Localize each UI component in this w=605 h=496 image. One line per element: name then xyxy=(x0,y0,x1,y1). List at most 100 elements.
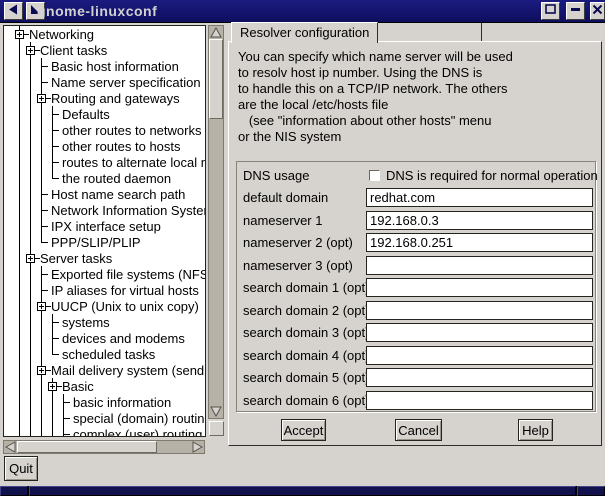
field-label: search domain 2 (opt) xyxy=(237,303,366,318)
accept-button[interactable]: Accept xyxy=(281,419,326,441)
tree-line xyxy=(36,266,47,282)
tree-item[interactable]: IPX interface setup xyxy=(4,218,205,234)
expander-icon[interactable] xyxy=(25,42,36,58)
tree-item-label: scheduled tasks xyxy=(62,347,155,362)
tree-item[interactable]: Defaults xyxy=(4,106,205,122)
tree-item[interactable]: complex (user) routing xyxy=(4,426,205,437)
tree-line xyxy=(14,426,25,437)
tree-item[interactable]: Network Information System xyxy=(4,202,205,218)
tree-item[interactable]: UUCP (Unix to unix copy) xyxy=(4,298,205,314)
tab-resolver-configuration[interactable]: Resolver configuration xyxy=(231,22,378,43)
tree-item[interactable]: special (domain) routing xyxy=(4,410,205,426)
expander-icon[interactable] xyxy=(36,90,47,106)
field-input-search-domain-4-opt[interactable] xyxy=(366,346,593,365)
field-input-search-domain-1-opt[interactable] xyxy=(366,278,593,297)
vertical-scrollbar-thumb[interactable] xyxy=(209,39,223,119)
tree-line xyxy=(25,346,36,362)
expander-icon[interactable] xyxy=(47,378,58,394)
form-field-row: search domain 5 (opt) xyxy=(237,367,595,390)
dns-required-checkbox[interactable] xyxy=(369,170,380,181)
tree-item[interactable]: Server tasks xyxy=(4,250,205,266)
tree-item[interactable]: Host name search path xyxy=(4,186,205,202)
tree-line xyxy=(36,314,47,330)
tree-item[interactable]: Exported file systems (NFS) xyxy=(4,266,205,282)
tree-item[interactable]: basic information xyxy=(4,394,205,410)
field-input-nameserver-3-opt[interactable] xyxy=(366,256,593,275)
form-field-row: search domain 1 (opt) xyxy=(237,277,595,300)
tree-line xyxy=(25,58,36,74)
tree-item[interactable]: Name server specification ( xyxy=(4,74,205,90)
tree-item[interactable]: Basic xyxy=(4,378,205,394)
field-input-default-domain[interactable] xyxy=(366,188,593,207)
tree-line xyxy=(25,202,36,218)
tree-item[interactable]: Client tasks xyxy=(4,42,205,58)
tree-item-label: Network Information System xyxy=(51,203,206,218)
tree-item-label: Host name search path xyxy=(51,187,185,202)
tree-line xyxy=(14,378,25,394)
tree-item[interactable]: routes to alternate local ne xyxy=(4,154,205,170)
close-button[interactable] xyxy=(590,2,605,20)
scroll-up-icon[interactable] xyxy=(210,27,222,38)
tree-line xyxy=(36,154,47,170)
field-input-nameserver-2-opt[interactable] xyxy=(366,233,593,252)
tree-line xyxy=(25,362,36,378)
tree-line xyxy=(36,218,47,234)
expander-icon[interactable] xyxy=(36,362,47,378)
tree-line xyxy=(14,106,25,122)
quit-button[interactable]: Quit xyxy=(4,456,38,481)
expander-icon[interactable] xyxy=(25,250,36,266)
tree-vertical-scrollbar[interactable] xyxy=(208,25,224,419)
tree-item-label: other routes to networks xyxy=(62,123,201,138)
tree-line xyxy=(47,346,58,362)
tree-item-label: Routing and gateways xyxy=(51,91,180,106)
expander-icon[interactable] xyxy=(36,298,47,314)
tree-item[interactable]: the routed daemon xyxy=(4,170,205,186)
close-icon xyxy=(591,3,604,19)
intro-text: You can specify which name server will b… xyxy=(238,49,513,145)
tree-item[interactable]: Mail delivery system (sendr xyxy=(4,362,205,378)
tree-item[interactable]: Basic host information xyxy=(4,58,205,74)
horizontal-scrollbar-thumb[interactable] xyxy=(17,441,157,453)
titlebar: gnome-linuxconf xyxy=(0,0,605,23)
tree-item[interactable]: scheduled tasks xyxy=(4,346,205,362)
expander-icon[interactable] xyxy=(14,26,25,42)
cancel-button[interactable]: Cancel xyxy=(395,419,442,441)
scroll-left-icon[interactable] xyxy=(5,442,16,452)
tree-horizontal-scrollbar[interactable] xyxy=(3,440,205,454)
field-input-search-domain-5-opt[interactable] xyxy=(366,368,593,387)
form-field-row: search domain 4 (opt) xyxy=(237,344,595,367)
field-input-nameserver-1[interactable] xyxy=(366,211,593,230)
tree-line xyxy=(14,122,25,138)
tree-item-label: UUCP (Unix to unix copy) xyxy=(51,299,199,314)
tree-item[interactable]: systems xyxy=(4,314,205,330)
tree-line xyxy=(14,330,25,346)
form-field-row: nameserver 2 (opt) xyxy=(237,232,595,255)
tree-line xyxy=(25,154,36,170)
tree-item[interactable]: devices and modems xyxy=(4,330,205,346)
tree-line xyxy=(25,186,36,202)
form-field-row: default domain xyxy=(237,187,595,210)
tree-item[interactable]: Routing and gateways xyxy=(4,90,205,106)
scroll-down-icon[interactable] xyxy=(210,406,222,417)
tree-item[interactable]: IP aliases for virtual hosts xyxy=(4,282,205,298)
tree-item-label: IP aliases for virtual hosts xyxy=(51,283,199,298)
tree-item[interactable]: Networking xyxy=(4,26,205,42)
tree-item-label: Networking xyxy=(29,27,94,42)
tree-item[interactable]: PPP/SLIP/PLIP xyxy=(4,234,205,250)
field-input-search-domain-6-opt[interactable] xyxy=(366,391,593,410)
scroll-right-icon[interactable] xyxy=(192,442,203,452)
help-button[interactable]: Help xyxy=(518,419,553,441)
minimize-button[interactable] xyxy=(566,2,585,20)
field-input-search-domain-3-opt[interactable] xyxy=(366,323,593,342)
tree-line xyxy=(47,394,58,410)
tree-item[interactable]: other routes to networks xyxy=(4,122,205,138)
field-label: nameserver 3 (opt) xyxy=(237,258,366,273)
window-menu-button[interactable] xyxy=(4,2,23,20)
maximize-button[interactable] xyxy=(541,2,560,20)
field-input-search-domain-2-opt[interactable] xyxy=(366,301,593,320)
tree-line xyxy=(25,106,36,122)
tree-item[interactable]: other routes to hosts xyxy=(4,138,205,154)
intro-line: or the NIS system xyxy=(238,129,513,145)
tree-line xyxy=(47,122,58,138)
tree-line xyxy=(14,410,25,426)
